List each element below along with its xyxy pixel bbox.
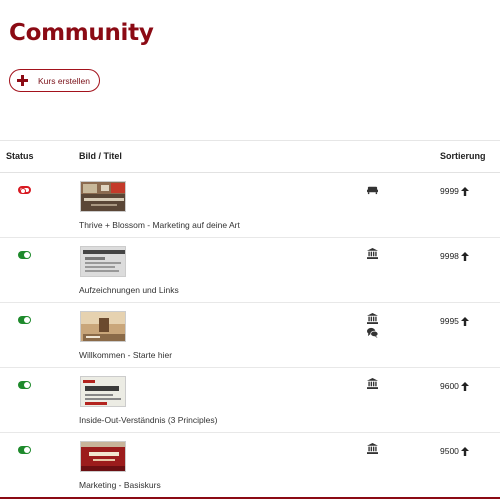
sort-value: 9500 — [440, 446, 469, 456]
arrow-up-icon[interactable] — [460, 251, 469, 261]
course-title[interactable]: Inside-Out-Verständnis (3 Principles) — [79, 415, 217, 425]
status-toggle[interactable] — [18, 316, 31, 324]
course-title[interactable]: Aufzeichnungen und Links — [79, 285, 179, 295]
plus-icon — [17, 75, 28, 86]
column-header-status[interactable]: Status — [6, 151, 34, 161]
status-toggle[interactable] — [18, 186, 31, 194]
sort-number: 9600 — [440, 381, 459, 391]
sort-value: 9998 — [440, 251, 469, 261]
table-row: Inside-Out-Verständnis (3 Principles) 96… — [0, 368, 500, 433]
status-toggle[interactable] — [18, 381, 31, 389]
status-toggle[interactable] — [18, 446, 31, 454]
sofa-icon — [367, 186, 378, 195]
table-row: Aufzeichnungen und Links 9998 — [0, 238, 500, 303]
course-title[interactable]: Marketing - Basiskurs — [79, 480, 161, 490]
bank-icon — [367, 378, 378, 389]
status-toggle[interactable] — [18, 251, 31, 259]
sort-number: 9998 — [440, 251, 459, 261]
course-thumbnail[interactable] — [80, 376, 126, 407]
comments-icon — [367, 327, 378, 338]
bank-icon — [367, 443, 378, 454]
course-title[interactable]: Willkommen - Starte hier — [79, 350, 172, 360]
course-thumbnail[interactable] — [80, 441, 126, 472]
table-row: Marketing - Basiskurs 9500 — [0, 433, 500, 499]
sort-value: 9995 — [440, 316, 469, 326]
page-title: Community — [9, 20, 154, 46]
course-thumbnail[interactable] — [80, 311, 126, 342]
arrow-up-icon[interactable] — [460, 446, 469, 456]
table-header: Status Bild / Titel Sortierung — [0, 140, 500, 173]
bank-icon — [367, 248, 378, 259]
column-header-sort[interactable]: Sortierung — [440, 151, 486, 161]
create-course-button[interactable]: Kurs erstellen — [9, 69, 100, 92]
course-thumbnail[interactable] — [80, 181, 126, 212]
course-title[interactable]: Thrive + Blossom - Marketing auf deine A… — [79, 220, 240, 230]
arrow-up-icon[interactable] — [460, 186, 469, 196]
course-thumbnail[interactable] — [80, 246, 126, 277]
column-header-title[interactable]: Bild / Titel — [79, 151, 122, 161]
table-row: Willkommen - Starte hier 9995 — [0, 303, 500, 368]
table-row: Thrive + Blossom - Marketing auf deine A… — [0, 173, 500, 238]
sort-number: 9500 — [440, 446, 459, 456]
arrow-up-icon[interactable] — [460, 316, 469, 326]
sort-number: 9995 — [440, 316, 459, 326]
create-course-label: Kurs erstellen — [38, 75, 90, 86]
arrow-up-icon[interactable] — [460, 381, 469, 391]
sort-number: 9999 — [440, 186, 459, 196]
sort-value: 9600 — [440, 381, 469, 391]
bank-icon — [367, 313, 378, 324]
sort-value: 9999 — [440, 186, 469, 196]
course-table: Status Bild / Titel Sortierung Thrive + … — [0, 140, 500, 499]
